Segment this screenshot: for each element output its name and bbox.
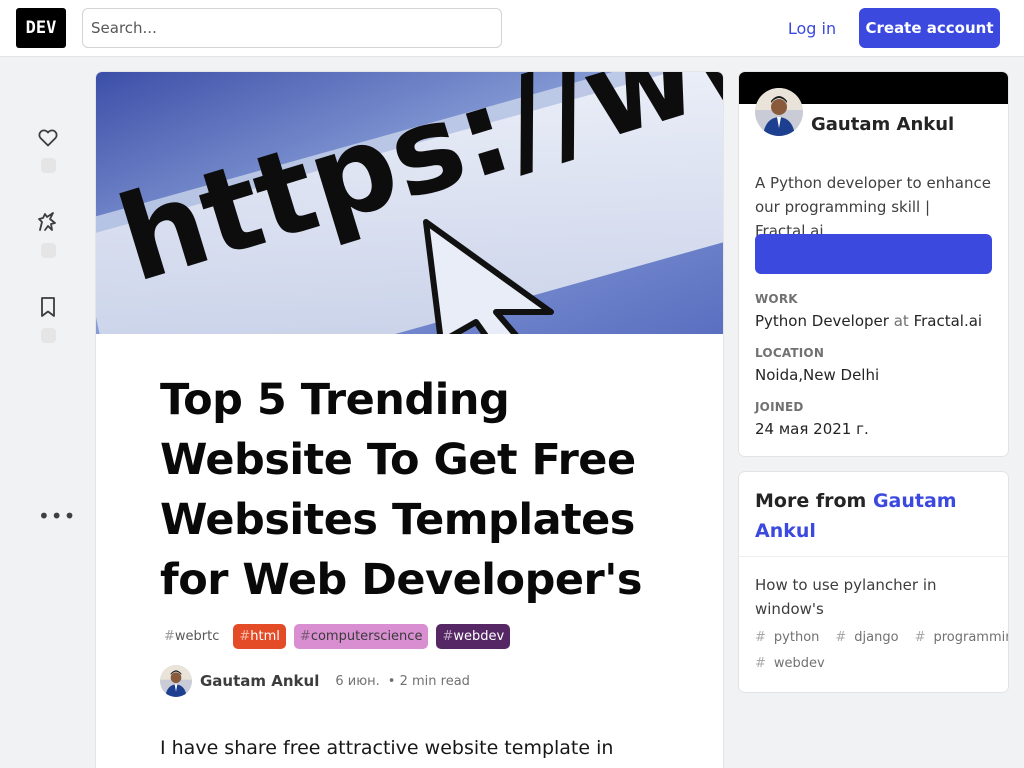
more-from-post-tags: #python #django #programming #webdev	[755, 625, 1008, 677]
location-value: Noida,New Delhi	[755, 366, 880, 384]
unicorn-icon	[38, 212, 56, 231]
login-link[interactable]: Log in	[775, 8, 849, 48]
joined-value: 24 мая 2021 г.	[755, 420, 869, 438]
work-label: WORK	[755, 292, 798, 306]
top-header: DEV Log in Create account	[0, 0, 1024, 57]
search-input[interactable]	[82, 8, 502, 48]
tag-html[interactable]: # html	[233, 624, 286, 649]
article-body: I have share free attractive website tem…	[160, 737, 614, 768]
bookmark-count	[40, 328, 56, 343]
unicorn-reaction-button[interactable]	[28, 210, 68, 258]
publish-date: 6 июн.	[335, 673, 380, 689]
heart-icon	[38, 129, 58, 147]
more-from-post-title[interactable]: How to use pylancher in window's	[755, 573, 985, 621]
profile-avatar[interactable]	[755, 88, 803, 136]
post-tag-webdev[interactable]: # webdev	[755, 656, 833, 671]
author-avatar[interactable]	[160, 665, 192, 697]
more-from-title: More from Gautam Ankul	[755, 490, 957, 542]
unicorn-count	[40, 243, 56, 258]
post-tag-django[interactable]: # django	[835, 630, 906, 645]
tag-webdev[interactable]: # webdev	[436, 624, 511, 649]
location-label: LOCATION	[755, 346, 825, 360]
author-name[interactable]: Gautam Ankul	[200, 672, 319, 690]
more-from-card: More from Gautam Ankul How to use pylanc…	[739, 472, 1008, 692]
joined-label: JOINED	[755, 400, 804, 414]
follow-button[interactable]	[755, 234, 992, 274]
post-tag-python[interactable]: # python	[755, 630, 827, 645]
post-tag-programming[interactable]: #programming	[915, 630, 1008, 645]
article-title: Top 5 Trending Website To Get Free Websi…	[160, 375, 642, 605]
cover-image: https://www	[96, 72, 723, 334]
article-author: Gautam Ankul 6 июн. • 2 min read	[160, 665, 470, 697]
author-profile-card: Gautam Ankul A Python developer to enhan…	[739, 72, 1008, 456]
bookmark-icon	[41, 297, 55, 317]
read-time: • 2 min read	[387, 673, 470, 689]
create-account-button[interactable]: Create account	[859, 8, 1000, 48]
more-options-button[interactable]: •••	[38, 504, 76, 528]
article-tags: # webrtc # html # computerscience # webdev	[160, 624, 511, 649]
tag-webrtc[interactable]: # webrtc	[160, 624, 225, 649]
heart-count	[40, 158, 56, 173]
heart-reaction-button[interactable]	[28, 125, 68, 173]
tag-computerscience[interactable]: # computerscience	[293, 624, 429, 649]
profile-bio: A Python developer to enhance our progra…	[755, 174, 991, 240]
divider	[739, 556, 1008, 557]
profile-name[interactable]: Gautam Ankul	[811, 114, 954, 135]
dev-logo[interactable]: DEV	[16, 8, 66, 48]
work-value: Python Developer at Fractal.ai	[755, 312, 983, 330]
article-card: https://www Top 5 Trending Website To Ge…	[96, 72, 723, 768]
bookmark-reaction-button[interactable]	[28, 295, 68, 343]
